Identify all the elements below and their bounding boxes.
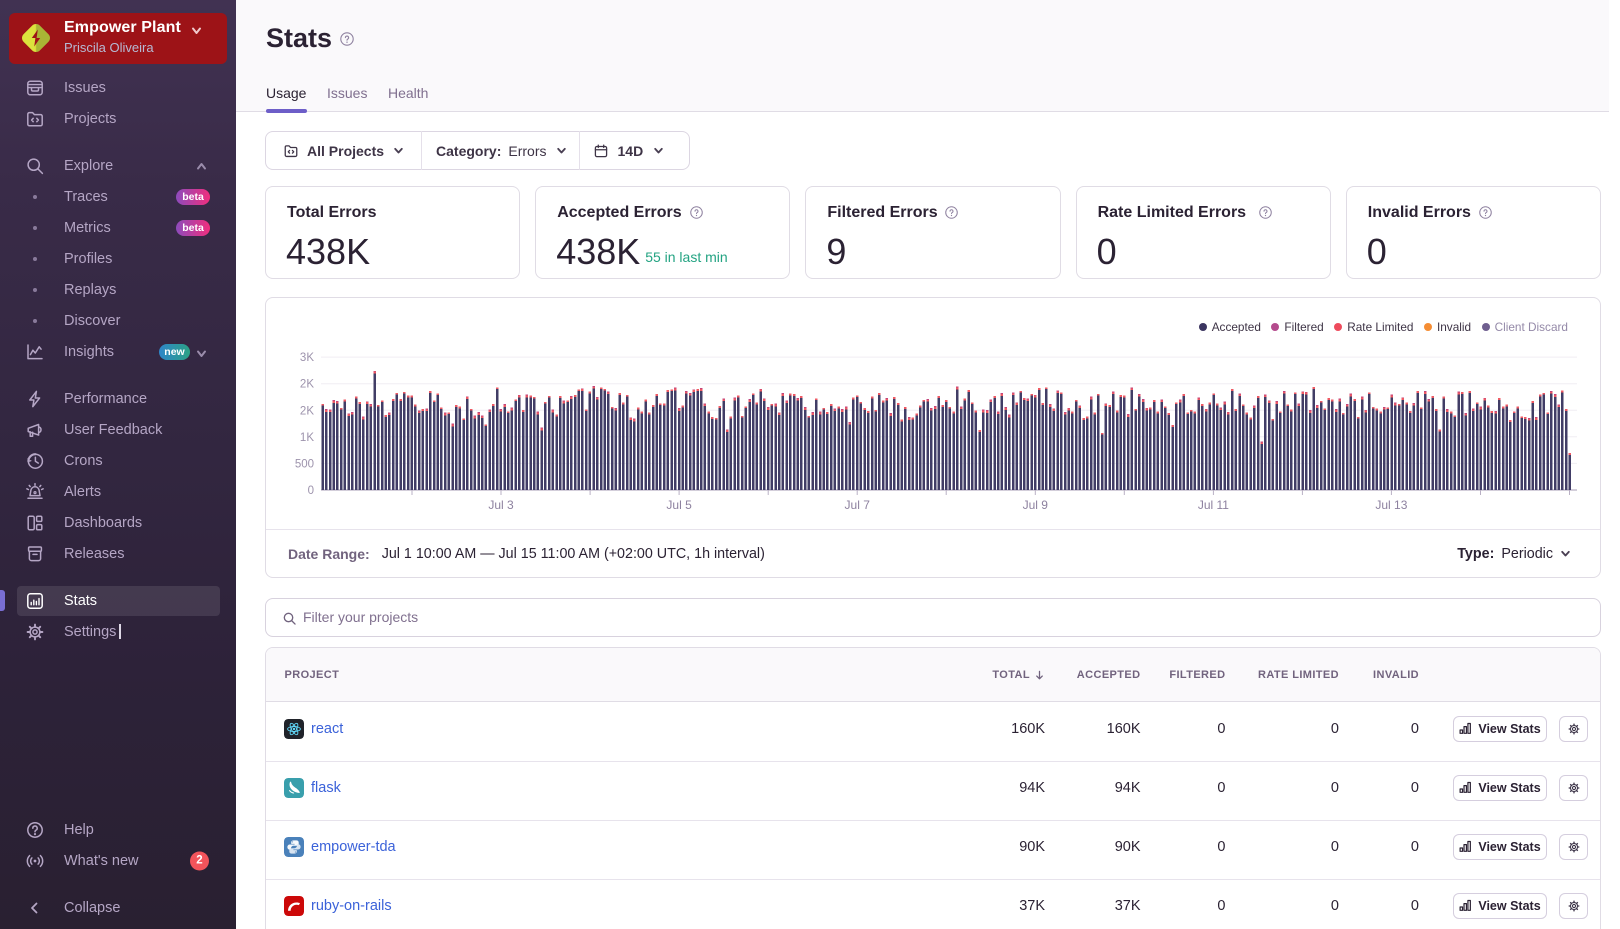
svg-text:1K: 1K [300, 432, 314, 444]
svg-text:Jul 13: Jul 13 [1375, 498, 1407, 512]
svg-text:Jul 7: Jul 7 [845, 498, 871, 512]
svg-text:Jul 11: Jul 11 [1198, 498, 1229, 512]
svg-text:0: 0 [308, 485, 314, 497]
svg-text:Jul 5: Jul 5 [666, 498, 692, 512]
svg-text:3K: 3K [300, 352, 314, 364]
svg-text:2K: 2K [300, 379, 314, 391]
svg-text:Jul 9: Jul 9 [1023, 498, 1049, 512]
svg-text:Jul 3: Jul 3 [488, 498, 514, 512]
svg-text:2K: 2K [300, 405, 314, 417]
svg-text:500: 500 [295, 458, 314, 470]
